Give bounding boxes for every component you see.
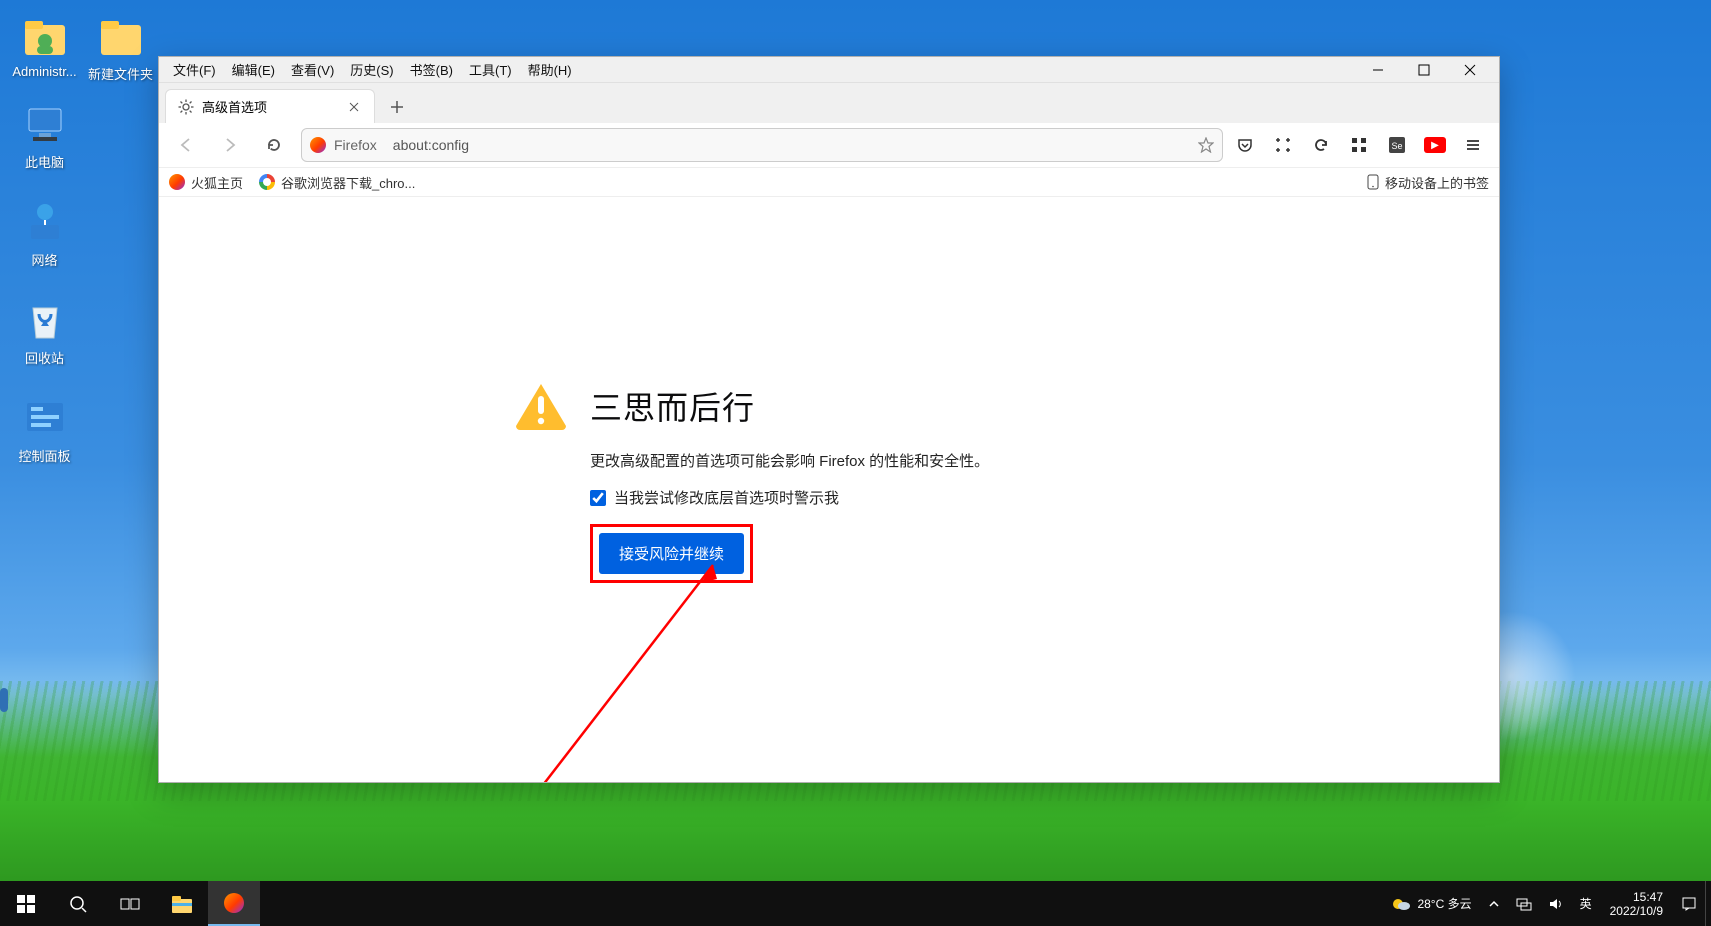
tray-ime[interactable]: 英 [1572, 881, 1600, 926]
nav-row: Firefox about:config Se ▶ [159, 123, 1499, 167]
menu-view[interactable]: 查看(V) [283, 58, 342, 81]
ime-label: 英 [1580, 895, 1592, 912]
bookmarks-bar: 火狐主页 谷歌浏览器下载_chro... 移动设备上的书签 [159, 167, 1499, 197]
control-panel-icon [21, 394, 69, 442]
address-bar[interactable]: Firefox about:config [301, 128, 1223, 162]
menu-help[interactable]: 帮助(H) [520, 58, 580, 81]
warning-subtext: 更改高级配置的首选项可能会影响 Firefox 的性能和安全性。 [590, 450, 1114, 471]
menubar: 文件(F) 编辑(E) 查看(V) 历史(S) 书签(B) 工具(T) 帮助(H… [159, 57, 1499, 83]
warn-next-time-checkbox-row[interactable]: 当我尝试修改底层首选项时警示我 [590, 487, 1114, 508]
bookmark-label: 谷歌浏览器下载_chro... [281, 173, 415, 192]
menu-tools[interactable]: 工具(T) [461, 58, 520, 81]
tray-volume-icon[interactable] [1540, 881, 1572, 926]
desktop-icon-this-pc[interactable]: 此电脑 [2, 100, 87, 171]
checkbox-label: 当我尝试修改底层首选项时警示我 [614, 487, 839, 508]
clock-date: 2022/10/9 [1610, 904, 1663, 918]
taskbar-file-explorer[interactable] [156, 881, 208, 926]
reload-button[interactable] [257, 128, 291, 162]
side-handle[interactable] [0, 688, 8, 712]
tray-overflow[interactable] [1480, 881, 1508, 926]
toolbar-right-icons: Se ▶ [1233, 133, 1489, 157]
bookmark-chrome-download[interactable]: 谷歌浏览器下载_chro... [259, 173, 415, 192]
forward-button[interactable] [213, 128, 247, 162]
firefox-window: 文件(F) 编辑(E) 查看(V) 历史(S) 书签(B) 工具(T) 帮助(H… [158, 56, 1500, 783]
gear-icon [178, 99, 194, 115]
back-button[interactable] [169, 128, 203, 162]
warning-heading: 三思而后行 [590, 383, 755, 429]
address-identity-label: Firefox [334, 137, 385, 153]
notifications-button[interactable] [1673, 881, 1705, 926]
address-url: about:config [393, 137, 469, 153]
firefox-icon [310, 137, 326, 153]
desktop-icon-label: 网络 [31, 253, 57, 268]
desktop-icon-label: 新建文件夹 [88, 67, 153, 82]
taskbar-firefox[interactable] [208, 881, 260, 926]
about-config-warning: 三思而后行 更改高级配置的首选项可能会影响 Firefox 的性能和安全性。 当… [514, 382, 1114, 583]
taskbar-clock[interactable]: 15:47 2022/10/9 [1600, 890, 1673, 918]
chrome-icon [259, 174, 275, 190]
desktop-icon-control-panel[interactable]: 控制面板 [2, 394, 87, 465]
desktop-icon-administrator[interactable]: Administr... [2, 12, 87, 79]
save-to-pocket-icon[interactable] [1233, 133, 1257, 157]
page-content: 三思而后行 更改高级配置的首选项可能会影响 Firefox 的性能和安全性。 当… [159, 197, 1499, 782]
network-icon [21, 198, 69, 246]
task-view-button[interactable] [104, 881, 156, 926]
menu-history[interactable]: 历史(S) [342, 58, 401, 81]
warn-checkbox[interactable] [590, 490, 606, 506]
warning-triangle-icon [514, 382, 568, 430]
app-menu-icon[interactable] [1461, 133, 1485, 157]
tab-advanced-prefs[interactable]: 高级首选项 [165, 89, 375, 123]
svg-text:Se: Se [1391, 141, 1402, 151]
desktop-icon-label: 此电脑 [25, 155, 64, 170]
accept-button-highlight-box: 接受风险并继续 [590, 524, 753, 583]
tabbar: 高级首选项 [159, 83, 1499, 123]
tab-close-icon[interactable] [346, 99, 362, 115]
folder-icon [97, 12, 145, 60]
desktop-icon-label: 回收站 [25, 351, 64, 366]
weather-text: 28°C 多云 [1417, 895, 1471, 912]
desktop: Administr... 新建文件夹 此电脑 网络 回收站 控制面板 文件(F [0, 0, 1711, 926]
desktop-icon-network[interactable]: 网络 [2, 198, 87, 269]
undo-close-tab-icon[interactable] [1309, 133, 1333, 157]
maximize-button[interactable] [1401, 57, 1447, 83]
bookmarks-mobile[interactable]: 移动设备上的书签 [1367, 173, 1489, 192]
pc-icon [21, 100, 69, 148]
desktop-icon-label: 控制面板 [18, 449, 70, 464]
bookmark-firefox-home[interactable]: 火狐主页 [169, 173, 243, 192]
menu-file[interactable]: 文件(F) [165, 58, 224, 81]
new-tab-button[interactable] [381, 91, 413, 123]
mobile-icon [1367, 174, 1379, 190]
bookmark-label: 移动设备上的书签 [1385, 173, 1489, 192]
extension-se-icon[interactable]: Se [1385, 133, 1409, 157]
firefox-icon [224, 893, 244, 913]
tray-network-icon[interactable] [1508, 881, 1540, 926]
start-button[interactable] [0, 881, 52, 926]
search-button[interactable] [52, 881, 104, 926]
window-controls [1355, 57, 1493, 83]
clock-time: 15:47 [1610, 890, 1663, 904]
apps-grid-icon[interactable] [1347, 133, 1371, 157]
desktop-icon-new-folder[interactable]: 新建文件夹 [78, 12, 163, 83]
screenshot-icon[interactable] [1271, 133, 1295, 157]
recycle-bin-icon [21, 296, 69, 344]
desktop-icon-recycle-bin[interactable]: 回收站 [2, 296, 87, 367]
minimize-button[interactable] [1355, 57, 1401, 83]
menu-edit[interactable]: 编辑(E) [224, 58, 283, 81]
user-folder-icon [21, 12, 69, 60]
desktop-icon-label: Administr... [12, 64, 76, 79]
bookmark-label: 火狐主页 [191, 173, 243, 192]
weather-widget[interactable]: 28°C 多云 [1383, 881, 1479, 926]
youtube-icon[interactable]: ▶ [1423, 133, 1447, 157]
bookmark-star-icon[interactable] [1198, 137, 1214, 153]
accept-risk-button[interactable]: 接受风险并继续 [599, 533, 744, 574]
firefox-icon [169, 174, 185, 190]
menu-bookmarks[interactable]: 书签(B) [402, 58, 461, 81]
close-button[interactable] [1447, 57, 1493, 83]
tab-label: 高级首选项 [202, 97, 267, 116]
show-desktop-button[interactable] [1705, 881, 1711, 926]
taskbar: 28°C 多云 英 15:47 2022/10/9 [0, 881, 1711, 926]
taskbar-right: 28°C 多云 英 15:47 2022/10/9 [1383, 881, 1711, 926]
weather-icon [1391, 895, 1411, 913]
